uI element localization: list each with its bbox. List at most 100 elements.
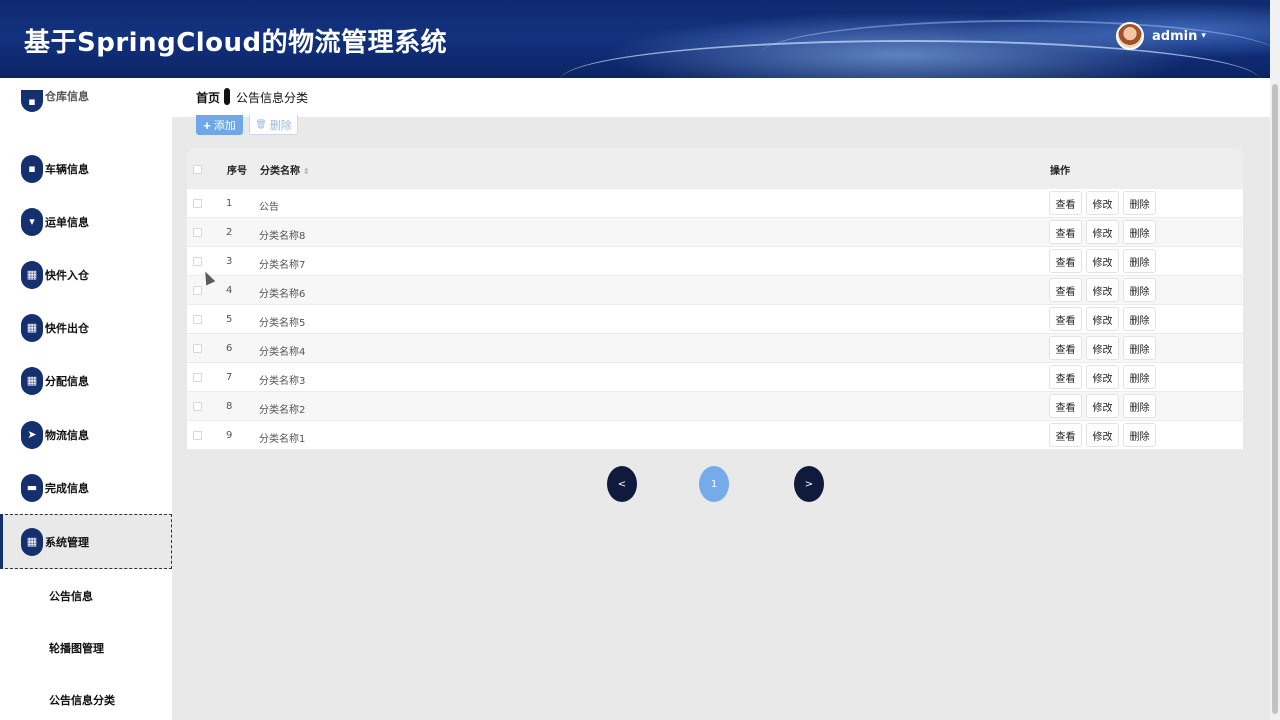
row-index: 3: [226, 256, 233, 267]
row-category-name: 分类名称3: [259, 376, 306, 387]
next-page-button[interactable]: >: [794, 466, 824, 502]
column-header-ops: 操作: [1050, 166, 1070, 177]
row-checkbox[interactable]: [193, 286, 202, 295]
edit-button[interactable]: 修改: [1086, 220, 1119, 244]
grid-icon: ▦: [21, 260, 43, 289]
view-button[interactable]: 查看: [1049, 307, 1082, 331]
table-body: 1 公告 查看 修改 删除 2 分类名称8 查看 修改 删除 3 分类名称7 查看 修改 删除 4 分类名称6 查…: [187, 189, 1243, 450]
row-index: 2: [226, 227, 233, 238]
plus-icon: +: [203, 117, 211, 133]
sidebar-item-allocation[interactable]: ▦ 分配信息: [0, 354, 172, 407]
row-delete-button[interactable]: 删除: [1123, 307, 1156, 331]
column-header-index: 序号: [227, 166, 247, 177]
sidebar-subitem-notice[interactable]: 公告信息: [49, 588, 93, 604]
sidebar-item-vehicle[interactable]: ▪ 车辆信息: [0, 142, 172, 195]
breadcrumb-home[interactable]: 首页: [196, 89, 220, 106]
chat-icon: ▬: [21, 473, 43, 502]
sidebar-subitem-carousel[interactable]: 轮播图管理: [49, 640, 104, 656]
sidebar-item-label: 系统管理: [45, 535, 89, 549]
row-index: 1: [226, 198, 233, 209]
row-checkbox[interactable]: [193, 402, 202, 411]
view-button[interactable]: 查看: [1049, 278, 1082, 302]
sidebar-item-completed[interactable]: ▬ 完成信息: [0, 461, 172, 514]
app-title: 基于SpringCloud的物流管理系统: [24, 28, 448, 58]
edit-button[interactable]: 修改: [1086, 278, 1119, 302]
column-header-name-label: 分类名称: [260, 166, 300, 177]
row-index: 8: [226, 401, 233, 412]
sidebar-item-inbound[interactable]: ▦ 快件入仓: [0, 248, 172, 301]
view-button[interactable]: 查看: [1049, 423, 1082, 447]
view-button[interactable]: 查看: [1049, 249, 1082, 273]
row-delete-button[interactable]: 删除: [1123, 191, 1156, 215]
row-delete-button[interactable]: 删除: [1123, 336, 1156, 360]
edit-button[interactable]: 修改: [1086, 365, 1119, 389]
grid-icon: ▦: [21, 527, 43, 556]
view-button[interactable]: 查看: [1049, 394, 1082, 418]
delete-button[interactable]: 🗑 删除: [249, 115, 298, 135]
row-index: 5: [226, 314, 233, 325]
edit-button[interactable]: 修改: [1086, 307, 1119, 331]
table-row: 2 分类名称8 查看 修改 删除: [187, 218, 1243, 247]
row-index: 4: [226, 285, 233, 296]
row-checkbox[interactable]: [193, 315, 202, 324]
edit-button[interactable]: 修改: [1086, 394, 1119, 418]
row-delete-button[interactable]: 删除: [1123, 220, 1156, 244]
current-page-button[interactable]: 1: [699, 466, 729, 502]
sidebar-item-logistics[interactable]: ➤ 物流信息: [0, 408, 172, 461]
table-row: 1 公告 查看 修改 删除: [187, 189, 1243, 218]
row-checkbox[interactable]: [193, 373, 202, 382]
table-row: 5 分类名称5 查看 修改 删除: [187, 305, 1243, 334]
row-delete-button[interactable]: 删除: [1123, 423, 1156, 447]
row-checkbox[interactable]: [193, 344, 202, 353]
delete-button-label: 删除: [269, 119, 292, 132]
row-delete-button[interactable]: 删除: [1123, 365, 1156, 389]
column-header-name[interactable]: 分类名称 ⇕: [260, 162, 310, 177]
table-row: 3 分类名称7 查看 修改 删除: [187, 247, 1243, 276]
row-delete-button[interactable]: 删除: [1123, 249, 1156, 273]
view-button[interactable]: 查看: [1049, 220, 1082, 244]
sidebar-item-system[interactable]: ▦ 系统管理: [0, 514, 172, 569]
user-name[interactable]: admin: [1152, 29, 1197, 44]
avatar[interactable]: [1116, 22, 1144, 50]
row-checkbox[interactable]: [193, 257, 202, 266]
view-button[interactable]: 查看: [1049, 191, 1082, 215]
edit-button[interactable]: 修改: [1086, 336, 1119, 360]
row-checkbox[interactable]: [193, 199, 202, 208]
sort-icon[interactable]: ⇕: [303, 167, 310, 176]
category-table: 序号 分类名称 ⇕ 操作 1 公告 查看 修改 删除 2 分类名称8 查看 修改 删除 3 分类名称7 查…: [187, 148, 1243, 450]
breadcrumb-current: 公告信息分类: [236, 91, 309, 105]
row-category-name: 分类名称6: [259, 289, 306, 300]
row-delete-button[interactable]: 删除: [1123, 394, 1156, 418]
view-button[interactable]: 查看: [1049, 336, 1082, 360]
sidebar-item-label: 仓库信息: [45, 90, 89, 103]
row-category-name: 分类名称4: [259, 347, 306, 358]
sidebar-item-waybill[interactable]: ▾ 运单信息: [0, 195, 172, 248]
scrollbar-thumb[interactable]: [1272, 84, 1278, 714]
table-row: 4 分类名称6 查看 修改 删除: [187, 276, 1243, 305]
grid-icon: ▦: [21, 366, 43, 395]
sidebar-item-label: 分配信息: [45, 374, 89, 388]
edit-button[interactable]: 修改: [1086, 423, 1119, 447]
row-category-name: 分类名称8: [259, 231, 306, 242]
table-row: 6 分类名称4 查看 修改 删除: [187, 334, 1243, 363]
prev-page-button[interactable]: <: [607, 466, 637, 502]
sidebar-subitem-notice-category[interactable]: 公告信息分类: [49, 692, 115, 708]
row-category-name: 分类名称1: [259, 434, 306, 445]
row-category-name: 分类名称7: [259, 260, 306, 271]
view-button[interactable]: 查看: [1049, 365, 1082, 389]
sidebar-item-outbound[interactable]: ▦ 快件出仓: [0, 301, 172, 354]
user-menu[interactable]: admin ▾: [1116, 22, 1206, 50]
row-checkbox[interactable]: [193, 431, 202, 440]
add-button[interactable]: + 添加: [196, 115, 243, 135]
row-category-name: 公告: [259, 202, 279, 213]
edit-button[interactable]: 修改: [1086, 249, 1119, 273]
sidebar-item-label: 完成信息: [45, 481, 89, 495]
scrollbar[interactable]: [1270, 0, 1280, 720]
grid-icon: ▦: [21, 313, 43, 342]
row-checkbox[interactable]: [193, 228, 202, 237]
edit-button[interactable]: 修改: [1086, 191, 1119, 215]
row-delete-button[interactable]: 删除: [1123, 278, 1156, 302]
chevron-down-icon[interactable]: ▾: [1201, 31, 1206, 41]
select-all-checkbox[interactable]: [193, 165, 202, 174]
sidebar-item-warehouse[interactable]: ▪ 仓库信息: [0, 82, 172, 112]
